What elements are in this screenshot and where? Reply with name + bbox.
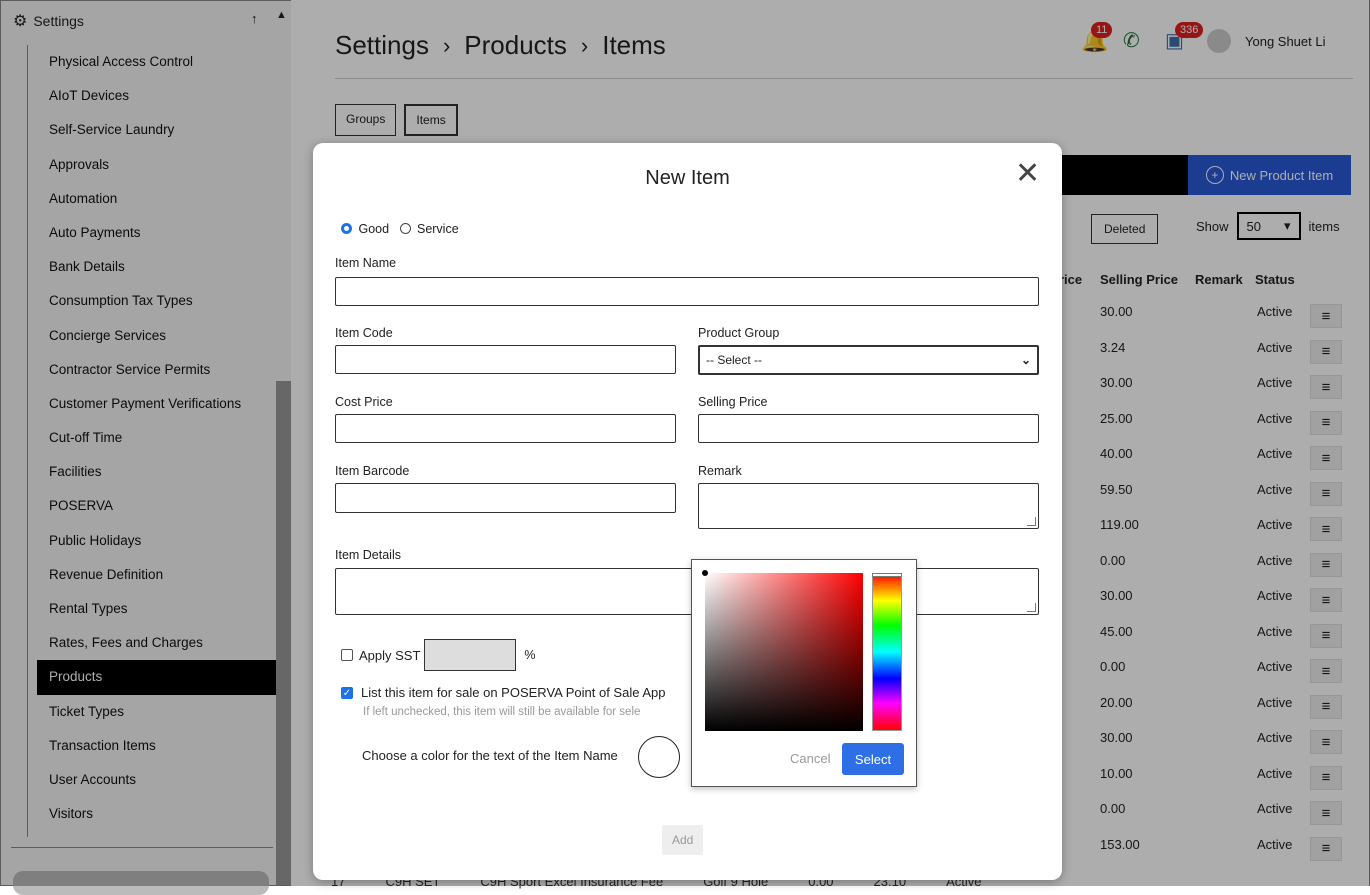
- item-barcode-label: Item Barcode: [335, 464, 410, 478]
- cost-price-label: Cost Price: [335, 395, 393, 409]
- add-button[interactable]: Add: [662, 825, 704, 855]
- radio-good-label: Good: [358, 222, 390, 236]
- list-for-sale-row: ✓ List this item for sale on POSERVA Poi…: [341, 685, 665, 700]
- selling-price-field[interactable]: [698, 414, 1039, 443]
- remark-field[interactable]: [698, 483, 1039, 529]
- choose-color-label: Choose a color for the text of the Item …: [362, 748, 618, 763]
- new-item-modal: New Item ✕ Good Service Item Name Item C…: [313, 143, 1062, 880]
- radio-selected-icon: [341, 223, 352, 234]
- remark-label: Remark: [698, 464, 742, 478]
- item-barcode-field[interactable]: [335, 483, 676, 513]
- resize-handle-icon[interactable]: [1027, 603, 1036, 612]
- picker-cancel-button[interactable]: Cancel: [790, 751, 830, 766]
- saturation-value-area[interactable]: [702, 570, 863, 731]
- product-group-select[interactable]: -- Select -- ⌄: [698, 345, 1039, 375]
- percent-label: %: [524, 648, 536, 662]
- sst-rate-field[interactable]: [424, 639, 517, 671]
- apply-sst-checkbox[interactable]: [341, 649, 353, 661]
- text-color-swatch[interactable]: [638, 736, 680, 778]
- radio-unselected-icon: [399, 223, 411, 234]
- item-code-field[interactable]: [335, 345, 676, 374]
- picker-select-button[interactable]: Select: [842, 743, 904, 775]
- item-details-field[interactable]: [335, 568, 1039, 615]
- product-group-value: -- Select --: [706, 353, 763, 367]
- item-type-radio-group: Good Service: [341, 222, 459, 236]
- list-for-sale-checkbox[interactable]: ✓: [341, 686, 353, 699]
- apply-sst-row: Apply SST %: [341, 639, 536, 671]
- hue-handle[interactable]: [872, 573, 902, 577]
- color-cursor[interactable]: [702, 570, 708, 576]
- item-details-label: Item Details: [335, 548, 401, 562]
- chevron-down-icon: ⌄: [1020, 353, 1031, 367]
- hue-slider[interactable]: [872, 573, 902, 731]
- radio-service-label: Service: [416, 222, 459, 236]
- close-icon[interactable]: ✕: [1015, 159, 1040, 189]
- radio-good[interactable]: Good: [341, 222, 389, 236]
- list-for-sale-label: List this item for sale on POSERVA Point…: [361, 685, 666, 700]
- product-group-label: Product Group: [698, 326, 780, 340]
- resize-handle-icon[interactable]: [1027, 517, 1036, 526]
- selling-price-label: Selling Price: [698, 395, 768, 409]
- radio-service[interactable]: Service: [399, 222, 459, 236]
- item-name-label: Item Name: [335, 256, 397, 270]
- apply-sst-label: Apply SST: [359, 647, 421, 663]
- cost-price-field[interactable]: [335, 414, 676, 443]
- color-picker-popover: Cancel Select: [691, 559, 917, 787]
- item-code-label: Item Code: [335, 326, 393, 340]
- list-for-sale-hint: If left unchecked, this item will still …: [363, 706, 641, 718]
- modal-title: New Item: [645, 167, 730, 189]
- item-name-field[interactable]: [335, 277, 1039, 306]
